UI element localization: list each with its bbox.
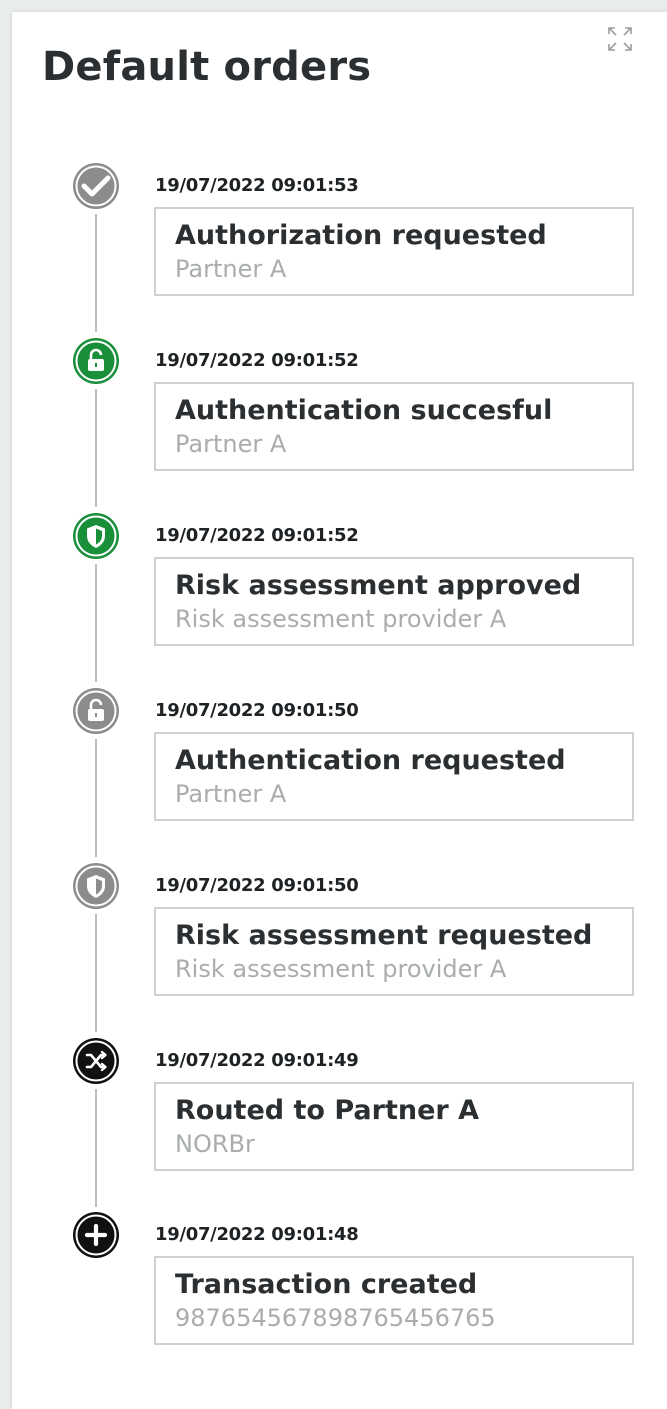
event-timestamp: 19/07/2022 09:01:52 xyxy=(155,350,359,371)
event-source: Partner A xyxy=(175,255,287,283)
event-card[interactable]: Authentication succesful Partner A xyxy=(154,382,634,471)
route-icon xyxy=(72,1037,120,1085)
event-card[interactable]: Authorization requested Partner A xyxy=(154,207,634,296)
event-timeline: 19/07/2022 09:01:53 Authorization reques… xyxy=(0,0,667,1409)
event-timestamp: 19/07/2022 09:01:49 xyxy=(155,1050,359,1071)
event-source: NORBr xyxy=(175,1130,255,1158)
timeline-event: 19/07/2022 09:01:52 Authentication succe… xyxy=(0,337,667,512)
event-card[interactable]: Routed to Partner A NORBr xyxy=(154,1082,634,1171)
lock-icon xyxy=(72,337,120,385)
lock-icon xyxy=(72,687,120,735)
event-title: Risk assessment requested xyxy=(175,920,593,951)
timeline-connector xyxy=(95,914,97,1032)
event-timestamp: 19/07/2022 09:01:50 xyxy=(155,875,359,896)
event-timestamp: 19/07/2022 09:01:48 xyxy=(155,1224,359,1245)
shield-icon xyxy=(72,862,120,910)
event-source: Risk assessment provider A xyxy=(175,605,507,633)
event-card[interactable]: Risk assessment requested Risk assessmen… xyxy=(154,907,634,996)
shield-icon xyxy=(72,512,120,560)
timeline-connector xyxy=(95,1089,97,1207)
timeline-connector xyxy=(95,389,97,507)
event-title: Transaction created xyxy=(175,1269,478,1300)
event-timestamp: 19/07/2022 09:01:53 xyxy=(155,175,359,196)
timeline-connector xyxy=(95,739,97,857)
event-title: Authentication requested xyxy=(175,745,566,776)
timeline-event: 19/07/2022 09:01:50 Authentication reque… xyxy=(0,687,667,862)
timeline-event: 19/07/2022 09:01:52 Risk assessment appr… xyxy=(0,512,667,687)
event-title: Risk assessment approved xyxy=(175,570,582,601)
plus-icon xyxy=(72,1211,120,1259)
event-title: Routed to Partner A xyxy=(175,1095,480,1126)
event-source: 98765456789876545676​5 xyxy=(175,1304,496,1332)
timeline-event: 19/07/2022 09:01:48 Transaction created … xyxy=(0,1211,667,1386)
event-source: Partner A xyxy=(175,780,287,808)
timeline-event: 19/07/2022 09:01:53 Authorization reques… xyxy=(0,162,667,337)
event-timestamp: 19/07/2022 09:01:50 xyxy=(155,700,359,721)
event-source: Risk assessment provider A xyxy=(175,955,507,983)
event-source: Partner A xyxy=(175,430,287,458)
event-card[interactable]: Risk assessment approved Risk assessment… xyxy=(154,557,634,646)
event-title: Authentication succesful xyxy=(175,395,553,426)
event-timestamp: 19/07/2022 09:01:52 xyxy=(155,525,359,546)
event-card[interactable]: Authentication requested Partner A xyxy=(154,732,634,821)
timeline-event: 19/07/2022 09:01:50 Risk assessment requ… xyxy=(0,862,667,1037)
timeline-event: 19/07/2022 09:01:49 Routed to Partner A … xyxy=(0,1037,667,1212)
event-title: Authorization requested xyxy=(175,220,547,251)
check-icon xyxy=(72,162,120,210)
event-card[interactable]: Transaction created 98765456789876545676… xyxy=(154,1256,634,1345)
timeline-connector xyxy=(95,214,97,332)
timeline-connector xyxy=(95,564,97,682)
